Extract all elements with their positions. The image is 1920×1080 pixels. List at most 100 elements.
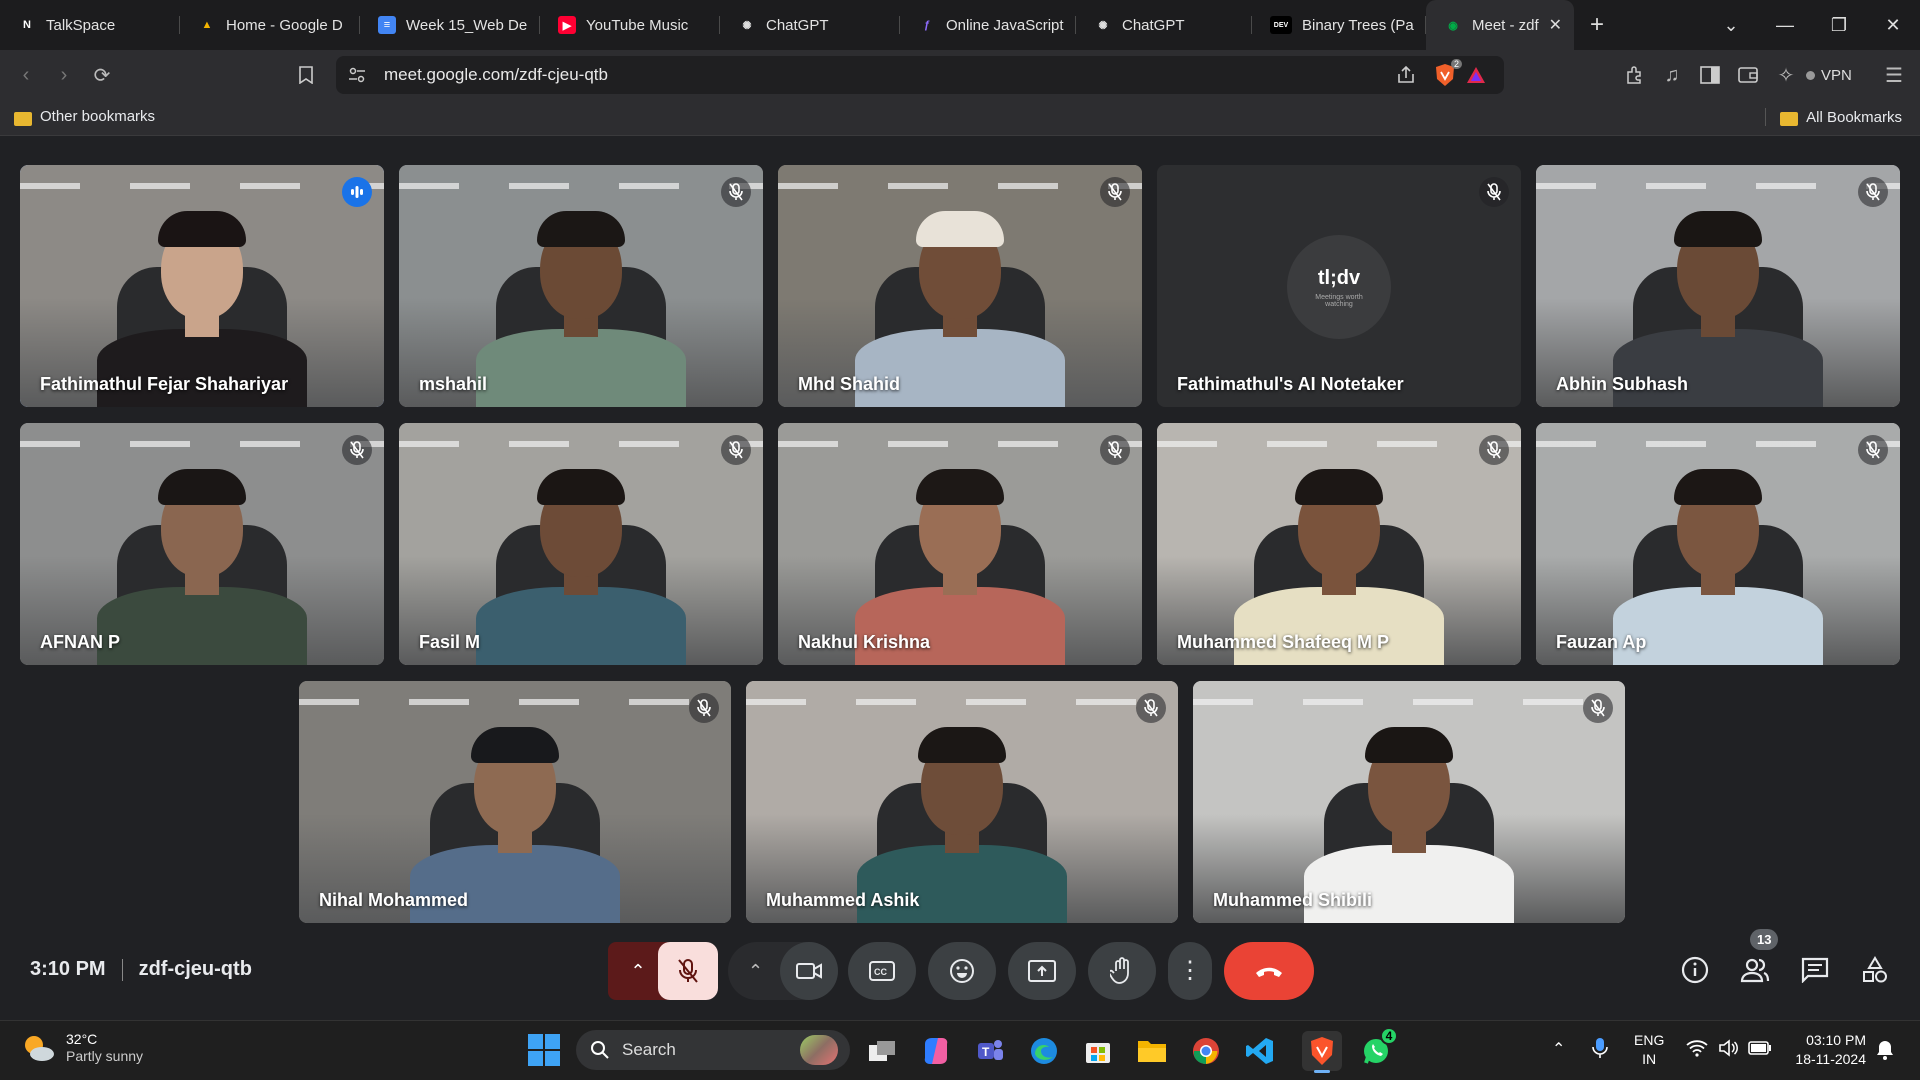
music-icon[interactable]: ♫ [1654, 57, 1690, 93]
microsoft-store-icon[interactable] [1080, 1033, 1116, 1069]
participant-tile[interactable]: Nakhul Krishna [778, 423, 1142, 665]
brave-shields-icon[interactable]: 2 [1434, 59, 1462, 87]
new-tab-button[interactable]: + [1574, 0, 1620, 50]
participant-tile[interactable]: Abhin Subhash [1536, 165, 1900, 407]
leo-ai-icon[interactable]: ✧ [1768, 57, 1804, 93]
windows-logo-icon [528, 1034, 543, 1049]
participant-name: Muhammed Shibili [1213, 890, 1373, 910]
copilot-icon[interactable] [918, 1033, 954, 1069]
participant-tile[interactable]: Fauzan Ap [1536, 423, 1900, 665]
tab-search-icon[interactable]: ⌄ [1704, 0, 1758, 50]
meeting-details-button[interactable] [1678, 953, 1712, 987]
reload-icon[interactable]: ⟳ [84, 57, 120, 93]
call-end-icon [1256, 967, 1282, 977]
address-bar[interactable]: meet.google.com/zdf-cjeu-qtb 2 [336, 56, 1504, 94]
participant-tile[interactable]: Fathimathul Fejar Shahariyar [20, 165, 384, 407]
video-feed [1193, 681, 1625, 923]
leave-call-button[interactable] [1224, 942, 1314, 1000]
notetaker-tagline: Meetings worth watching [1315, 293, 1363, 308]
raise-hand-button[interactable] [1088, 942, 1156, 1000]
video-feed [1536, 423, 1900, 665]
present-icon [1028, 960, 1056, 982]
task-view-icon[interactable] [864, 1033, 900, 1069]
participant-tile[interactable]: Mhd Shahid [778, 165, 1142, 407]
restore-icon[interactable]: ❐ [1812, 0, 1866, 50]
tab-3[interactable]: ≡ Week 15_Web De [360, 0, 540, 50]
clock[interactable]: 03:10 PM 18-11-2024 [1780, 1031, 1866, 1069]
extensions-icon[interactable] [1616, 57, 1652, 93]
whatsapp-icon[interactable]: 4 [1358, 1027, 1398, 1069]
site-settings-icon[interactable] [348, 66, 366, 89]
close-tab-icon[interactable]: ✕ [1549, 15, 1562, 35]
tab-7[interactable]: ✺ ChatGPT [1076, 0, 1252, 50]
file-explorer-icon[interactable] [1134, 1033, 1170, 1069]
show-hidden-icons[interactable]: ⌃ [1552, 1039, 1565, 1059]
minimize-icon[interactable]: — [1758, 0, 1812, 50]
person-body [1304, 845, 1514, 923]
weather-widget[interactable]: 32°C Partly sunny [20, 1031, 143, 1065]
lang-top: ENG [1634, 1032, 1665, 1048]
participant-name: Muhammed Ashik [766, 890, 920, 910]
person-hair [471, 727, 559, 763]
tab-5[interactable]: ✺ ChatGPT [720, 0, 900, 50]
all-bookmarks-folder[interactable]: All Bookmarks [1765, 108, 1902, 126]
close-window-icon[interactable]: ✕ [1866, 0, 1920, 50]
hand-icon [1110, 957, 1129, 984]
participant-tile[interactable]: Muhammed Ashik [746, 681, 1178, 923]
more-options-button[interactable]: ⋮ [1168, 942, 1212, 1000]
participant-tile[interactable]: AFNAN P [20, 423, 384, 665]
vpn-button[interactable]: VPN [1806, 63, 1852, 87]
camera-button[interactable] [780, 942, 838, 1000]
start-button[interactable] [528, 1034, 560, 1066]
back-icon[interactable]: ‹ [8, 57, 44, 93]
present-screen-button[interactable] [1008, 942, 1076, 1000]
microphone-tray-icon[interactable] [1592, 1036, 1608, 1065]
search-icon [591, 1041, 609, 1059]
tab-2[interactable]: ▲ Home - Google D [180, 0, 360, 50]
shapes-icon [1863, 956, 1887, 983]
menu-icon[interactable]: ☰ [1876, 57, 1912, 93]
system-tray[interactable] [1686, 1039, 1772, 1057]
participant-tile[interactable]: Muhammed Shibili [1193, 681, 1625, 923]
tab-6[interactable]: ƒ Online JavaScript [900, 0, 1076, 50]
brave-browser-icon[interactable] [1302, 1031, 1342, 1073]
participant-tile[interactable]: tl;dv Meetings worth watching Fathimathul'… [1157, 165, 1521, 407]
people-button[interactable]: 13 [1738, 929, 1779, 987]
participant-name: Fauzan Ap [1556, 632, 1647, 652]
participant-tile[interactable]: mshahil [399, 165, 763, 407]
tab-strip: N TalkSpace ▲ Home - Google D ≡ Week 15_Web D… [0, 0, 1920, 50]
activities-button[interactable] [1858, 953, 1892, 987]
ceiling-lights [20, 183, 384, 189]
participant-tile[interactable]: Fasil M [399, 423, 763, 665]
language-indicator[interactable]: ENG IN [1634, 1031, 1664, 1069]
notifications-bell-icon[interactable] [1876, 1039, 1894, 1066]
chat-button[interactable] [1798, 953, 1832, 987]
edge-icon[interactable] [1026, 1033, 1062, 1069]
reactions-button[interactable] [928, 942, 996, 1000]
participant-tile[interactable]: Nihal Mohammed [299, 681, 731, 923]
tab-1[interactable]: N TalkSpace [0, 0, 180, 50]
taskbar-search[interactable]: Search [576, 1030, 850, 1070]
tab-4[interactable]: ▶ YouTube Music [540, 0, 720, 50]
vscode-icon[interactable] [1242, 1033, 1278, 1069]
google-drive-icon: ▲ [201, 19, 213, 31]
bookmark-icon[interactable] [288, 57, 324, 93]
microphone-button[interactable] [658, 942, 718, 1000]
participant-tile[interactable]: Muhammed Shafeeq M P [1157, 423, 1521, 665]
ceiling-lights [1536, 183, 1900, 189]
forward-icon[interactable]: › [46, 57, 82, 93]
tab-9[interactable]: ◉ Meet - zdf ✕ [1426, 0, 1574, 50]
chrome-icon[interactable] [1188, 1033, 1224, 1069]
share-icon[interactable] [1396, 65, 1416, 90]
tab-8[interactable]: DEV Binary Trees (Part [1252, 0, 1426, 50]
person-body [410, 845, 620, 923]
brave-rewards-icon[interactable] [1466, 66, 1486, 89]
person-hair [1295, 469, 1383, 505]
teams-icon[interactable]: T [972, 1033, 1008, 1069]
other-bookmarks-folder[interactable]: Other bookmarks [14, 108, 155, 126]
sidebar-icon[interactable] [1692, 57, 1728, 93]
person-hair [537, 469, 625, 505]
captions-button[interactable]: CC [848, 942, 916, 1000]
person-body [857, 845, 1067, 923]
wallet-icon[interactable] [1730, 57, 1766, 93]
